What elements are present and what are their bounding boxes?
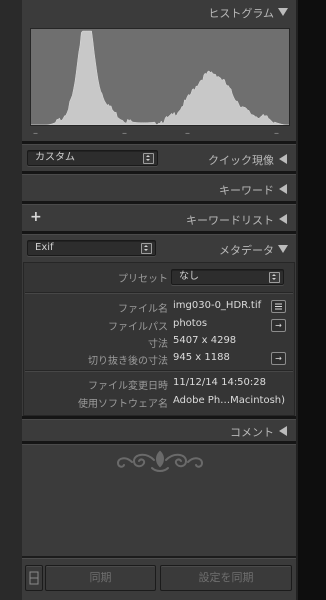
- section-divider: [22, 231, 296, 235]
- quick-develop-header: クイック現像: [22, 149, 296, 169]
- expand-triangle-icon[interactable]: [279, 154, 287, 164]
- histogram-tick-lights: –: [185, 128, 190, 139]
- keyword-list-title: キーワードリスト: [186, 214, 274, 227]
- metadata-header: メタデータ: [22, 239, 296, 259]
- select-stepper-icon: [269, 272, 280, 283]
- metadata-content: プリセット なし ファイル名 img030-0_HDR.tif ファイルパス p…: [23, 262, 295, 416]
- date-modified-label: ファイル変更日時: [88, 381, 168, 392]
- date-modified-value: 11/12/14 14:50:28: [173, 377, 267, 388]
- metadata-preset-label: プリセット: [118, 274, 168, 285]
- file-path-value: photos: [173, 318, 208, 329]
- sync-switch-toggle[interactable]: [25, 565, 43, 591]
- histogram-graph: [31, 30, 289, 125]
- metadata-divider: [25, 292, 293, 294]
- expand-triangle-icon[interactable]: [279, 184, 287, 194]
- sync-settings-button[interactable]: 設定を同期: [160, 565, 292, 591]
- expand-triangle-icon[interactable]: [279, 426, 287, 436]
- keywords-header[interactable]: キーワード: [22, 179, 296, 199]
- expand-triangle-icon[interactable]: [279, 214, 287, 224]
- comments-header[interactable]: コメント: [22, 421, 296, 441]
- metadata-preset-value: なし: [179, 271, 199, 282]
- collapse-triangle-icon[interactable]: [278, 8, 288, 16]
- collapse-triangle-icon[interactable]: [278, 245, 288, 253]
- arrow-right-icon[interactable]: →: [271, 319, 286, 332]
- switch-icon: [29, 571, 39, 585]
- keywords-title: キーワード: [219, 184, 274, 197]
- histogram-header[interactable]: ヒストグラム: [22, 2, 296, 22]
- section-divider: [22, 416, 296, 420]
- histogram-area: [31, 30, 289, 125]
- cropped-dimensions-value: 945 x 1188: [173, 352, 230, 363]
- file-name-value[interactable]: img030-0_HDR.tif: [173, 300, 261, 311]
- histogram-tick-darks: –: [122, 128, 127, 139]
- keyword-list-header[interactable]: + キーワードリスト: [22, 209, 296, 229]
- histogram-display[interactable]: [30, 28, 290, 126]
- dimensions-label: 寸法: [148, 339, 168, 350]
- section-divider: [22, 441, 296, 445]
- list-icon[interactable]: [271, 300, 286, 313]
- cropped-dimensions-label: 切り抜き後の寸法: [88, 356, 168, 367]
- file-path-label: ファイルパス: [108, 322, 168, 333]
- arrow-right-icon[interactable]: →: [271, 352, 286, 365]
- comments-title: コメント: [230, 426, 274, 439]
- metadata-title[interactable]: メタデータ: [219, 242, 274, 258]
- add-keyword-icon[interactable]: +: [30, 209, 42, 225]
- metadata-divider: [25, 370, 293, 372]
- bottom-divider: [22, 556, 296, 559]
- quick-develop-title[interactable]: クイック現像: [208, 152, 274, 168]
- panel-left-edge: [0, 0, 22, 600]
- panel-right-edge: [298, 0, 326, 600]
- file-name-label: ファイル名: [118, 304, 168, 315]
- dimensions-value: 5407 x 4298: [173, 335, 237, 346]
- sync-metadata-button[interactable]: 同期: [45, 565, 156, 591]
- panel-end-ornament-icon: [116, 450, 204, 472]
- histogram-title: ヒストグラム: [208, 7, 274, 20]
- metadata-preset-select[interactable]: なし: [171, 269, 284, 285]
- histogram-tick-highlights: –: [274, 128, 279, 139]
- software-value: Adobe Ph…Macintosh): [173, 395, 286, 406]
- histogram-tick-shadows: –: [33, 128, 38, 139]
- section-divider: [22, 201, 296, 205]
- section-divider: [22, 171, 296, 175]
- right-panel: ヒストグラム – – – – カスタム クイック現像 キーワード + キーワード…: [0, 0, 326, 600]
- section-divider: [22, 141, 296, 145]
- software-label: 使用ソフトウェア名: [78, 399, 168, 410]
